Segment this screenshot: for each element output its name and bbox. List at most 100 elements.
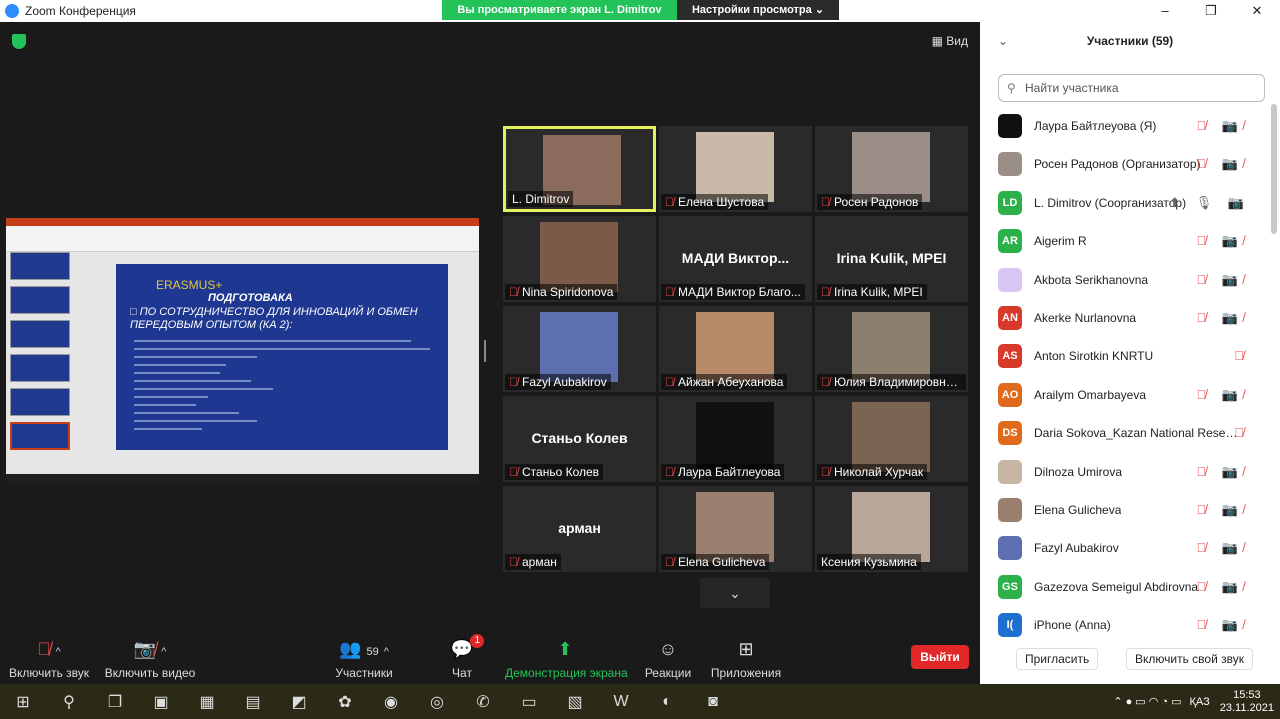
- firefox-icon[interactable]: ◐: [644, 693, 690, 711]
- view-button[interactable]: ▦ Вид: [932, 34, 968, 48]
- video-tile[interactable]: 🎙̸ Елена Шустова: [659, 126, 812, 212]
- video-tile[interactable]: 🎙̸ Айжан Абеуханова: [659, 306, 812, 392]
- participant-status-icons: ⬆ 🎙 📷: [1169, 194, 1250, 210]
- mic-muted-icon: 🎙̸: [665, 285, 674, 299]
- apps-button[interactable]: ⊞ Приложения: [710, 636, 782, 680]
- participant-search-input[interactable]: ⚲ Найти участника: [998, 74, 1265, 102]
- start-video-button[interactable]: 📷̸ ^ Включить видео: [104, 636, 196, 680]
- pdf-icon[interactable]: ▧: [552, 692, 598, 712]
- view-options-button[interactable]: Настройки просмотра ⌄: [677, 0, 839, 20]
- video-tile[interactable]: Irina Kulik, MPEI 🎙̸ Irina Kulik, MPEI: [815, 216, 968, 302]
- ppt-titlebar: [6, 218, 479, 226]
- task-view-icon[interactable]: ❐: [92, 692, 138, 712]
- participant-status-icons: 🎙̸ 📷̸: [1196, 578, 1250, 594]
- viewing-screen-label: Вы просматриваете экран L. Dimitrov: [442, 0, 677, 20]
- video-tile[interactable]: 🎙̸ Fazyl Aubakirov: [503, 306, 656, 392]
- video-tile[interactable]: 🎙̸ Росен Радонов: [815, 126, 968, 212]
- share-screen-icon: ⬆: [557, 639, 573, 659]
- meeting-area: ▦ Вид ERASMUS+ ПОДГОТОВАКА □ ПО СОТРУДНИ…: [0, 22, 980, 634]
- participant-row[interactable]: AR Aigerim R 🎙̸ 📷̸: [980, 223, 1270, 261]
- video-tile[interactable]: Станьо Колев 🎙̸ Станьо Колев: [503, 396, 656, 482]
- avatar: [998, 114, 1022, 138]
- camera-app-icon[interactable]: ▣: [138, 692, 184, 712]
- participant-row[interactable]: Росен Радонов (Организатор) 🎙̸ 📷̸: [980, 146, 1270, 184]
- calendar-app-icon[interactable]: ▦: [184, 692, 230, 712]
- participant-row[interactable]: AS Anton Sirotkin KNRTU 🎙̸: [980, 338, 1270, 376]
- participant-row[interactable]: Akbota Serikhanovna 🎙̸ 📷̸: [980, 262, 1270, 300]
- avatar: [998, 498, 1022, 522]
- ppt-workspace: ERASMUS+ ПОДГОТОВАКА □ ПО СОТРУДНИЧЕСТВО…: [6, 252, 479, 484]
- zoom-app-icon[interactable]: ◙: [690, 693, 736, 711]
- participant-video: [852, 402, 930, 472]
- participant-row[interactable]: Elena Gulicheva 🎙̸ 📷̸: [980, 492, 1270, 530]
- search-icon[interactable]: ⚲: [46, 692, 92, 712]
- participant-row[interactable]: Fazyl Aubakirov 🎙̸ 📷̸: [980, 530, 1270, 568]
- participant-video: [696, 312, 774, 382]
- mic-muted-icon: 🎙̸: [665, 375, 674, 389]
- split-handle[interactable]: [484, 340, 486, 362]
- participants-button[interactable]: 👥 59 ^ Участники: [332, 636, 396, 680]
- chat-badge: 1: [470, 634, 484, 648]
- video-tile[interactable]: Ксения Кузьмина: [815, 486, 968, 572]
- chrome-icon[interactable]: ◎: [414, 692, 460, 712]
- participant-row[interactable]: Dilnoza Umirova 🎙̸ 📷̸: [980, 454, 1270, 492]
- mic-muted-icon: 🎙̸: [509, 285, 518, 299]
- avatar: GS: [998, 574, 1022, 599]
- ppt-ribbon: [6, 226, 479, 252]
- app-icon[interactable]: ◉: [368, 692, 414, 712]
- video-tile[interactable]: 🎙̸ Николай Хурчак: [815, 396, 968, 482]
- participant-status-icons: 🎙̸ 📷̸: [1196, 502, 1250, 517]
- current-slide: ERASMUS+ ПОДГОТОВАКА □ ПО СОТРУДНИЧЕСТВО…: [116, 264, 448, 450]
- participant-row[interactable]: GS Gazezova Semeigul Abdirovna 🎙̸ 📷̸: [980, 569, 1270, 607]
- participant-list-scrollbar[interactable]: [1271, 104, 1277, 234]
- gallery-next-button[interactable]: ⌄: [700, 578, 770, 608]
- participant-row[interactable]: AO Arailym Omarbayeva 🎙̸ 📷̸: [980, 377, 1270, 415]
- unmute-button[interactable]: 🎙̸ ^ Включить звук: [8, 636, 90, 680]
- participant-name: Akerke Nurlanovna: [1034, 311, 1137, 325]
- participant-row[interactable]: LD L. Dimitrov (Соорганизатор) ⬆ 🎙 📷: [980, 185, 1270, 223]
- close-button[interactable]: ✕: [1234, 0, 1280, 22]
- language-indicator[interactable]: ҚАЗ: [1189, 696, 1209, 708]
- app-icon[interactable]: ◩: [276, 692, 322, 712]
- mic-muted-icon: 🎙̸: [665, 465, 674, 479]
- word-icon[interactable]: W: [598, 693, 644, 711]
- participant-status-icons: 🎙̸ 📷̸: [1196, 271, 1250, 287]
- video-tile[interactable]: 🎙̸ Юлия Владимировна...: [815, 306, 968, 392]
- participant-name: Лаура Байтлеуова (Я): [1034, 119, 1157, 133]
- calculator-app-icon[interactable]: ▤: [230, 692, 276, 712]
- whatsapp-icon[interactable]: ✆: [460, 692, 506, 712]
- leave-button[interactable]: Выйти: [911, 645, 969, 669]
- file-explorer-icon[interactable]: ▭: [506, 692, 552, 712]
- mic-muted-icon: 🎙̸: [509, 375, 518, 389]
- clock[interactable]: 15:53 23.11.2021: [1220, 689, 1274, 715]
- participant-video: [852, 492, 930, 562]
- invite-button[interactable]: Пригласить: [1016, 648, 1099, 670]
- video-tile[interactable]: 🎙̸ Nina Spiridonova: [503, 216, 656, 302]
- video-tile[interactable]: МАДИ Виктор... 🎙̸ МАДИ Виктор Благо...: [659, 216, 812, 302]
- share-screen-button[interactable]: ⬆ Демонстрация экрана: [505, 636, 628, 680]
- tile-name-label: 🎙̸ арман: [505, 554, 561, 570]
- video-tile[interactable]: 🎙̸ Elena Gulicheva: [659, 486, 812, 572]
- slide-thumbnails: [10, 252, 76, 462]
- chat-button[interactable]: 💬 1 Чат: [446, 634, 484, 680]
- video-tile[interactable]: 🎙̸ Лаура Байтлеуова: [659, 396, 812, 482]
- video-tile[interactable]: L. Dimitrov: [503, 126, 656, 212]
- minimize-button[interactable]: –: [1142, 0, 1188, 22]
- tile-name-label: 🎙̸ Nina Spiridonova: [505, 284, 618, 300]
- shared-taskbar: [6, 474, 479, 484]
- participant-row[interactable]: AN Akerke Nurlanovna 🎙̸ 📷̸: [980, 300, 1270, 338]
- app-icon[interactable]: ✿: [322, 692, 368, 712]
- video-tile[interactable]: арман 🎙̸ арман: [503, 486, 656, 572]
- reactions-button[interactable]: ☺ Реакции: [643, 636, 693, 680]
- avatar: [998, 267, 1022, 292]
- participant-row[interactable]: Лаура Байтлеуова (Я) 🎙̸ 📷̸: [980, 108, 1270, 146]
- mic-muted-icon: 🎙̸: [821, 375, 830, 389]
- participant-row[interactable]: DS Daria Sokova_Kazan National Resea... 🎙̸: [980, 415, 1270, 453]
- start-icon[interactable]: ⊞: [0, 692, 46, 712]
- participant-row[interactable]: I(iPhone (Anna) 🎙̸ 📷̸: [980, 607, 1270, 645]
- security-shield-icon[interactable]: [12, 34, 26, 49]
- tray-icons[interactable]: ⌃ ● ▭ ◠ ◔ ▭: [1113, 695, 1181, 708]
- search-icon: ⚲: [1007, 81, 1016, 95]
- maximize-button[interactable]: ❐: [1188, 0, 1234, 22]
- unmute-self-button[interactable]: Включить свой звук: [1126, 648, 1253, 670]
